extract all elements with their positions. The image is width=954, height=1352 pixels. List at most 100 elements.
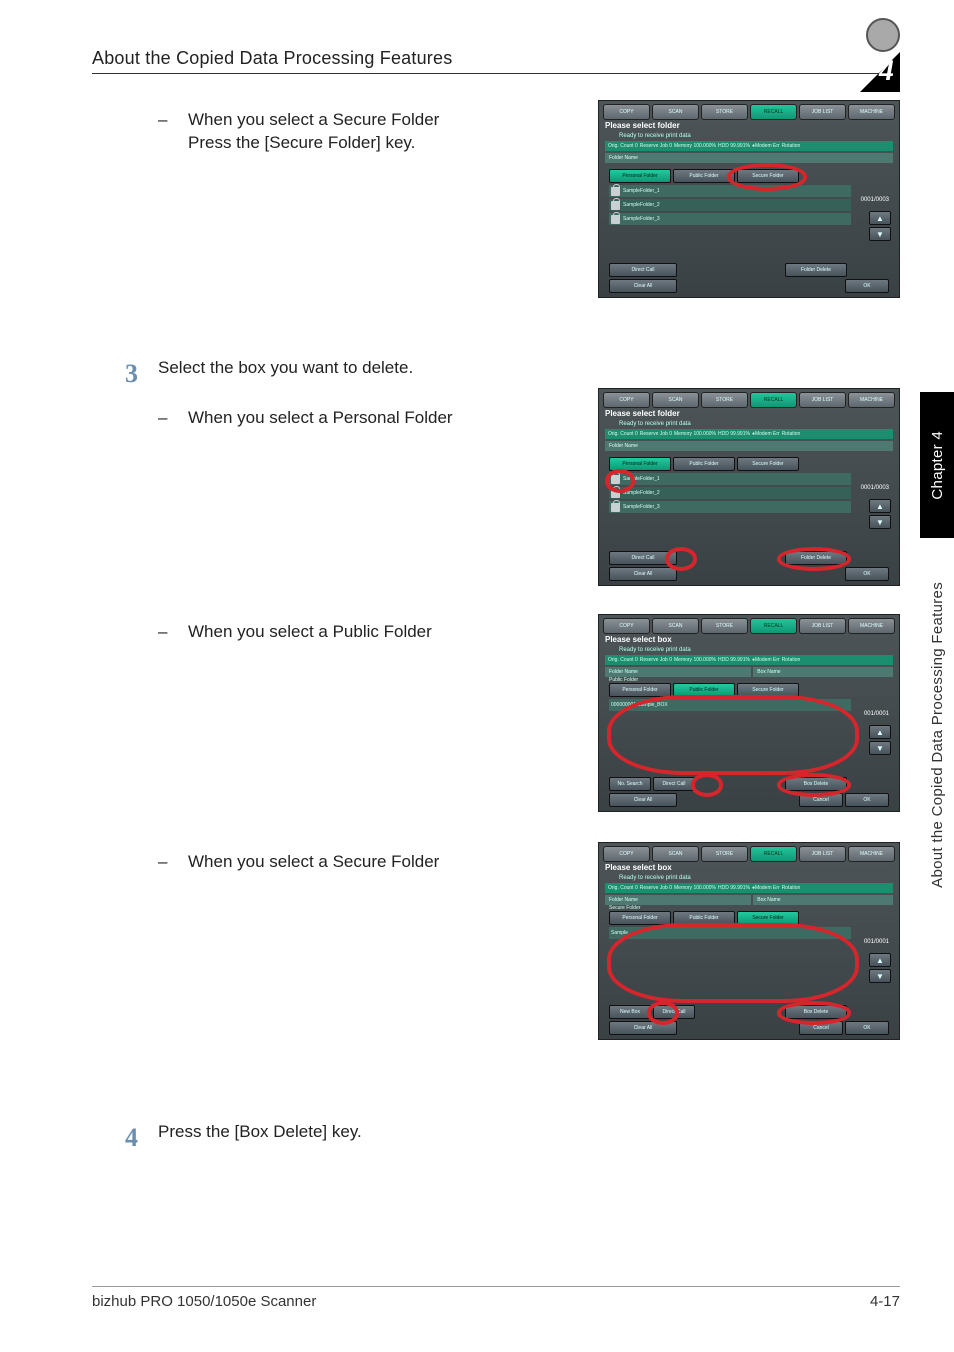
step-3: 3 Select the box you want to delete. (92, 356, 552, 392)
scroll-up-button[interactable]: ▲ (869, 725, 891, 739)
clear-all-button[interactable]: Clear All (609, 279, 677, 293)
col-foldername: Folder Name (605, 153, 893, 163)
tab-machine[interactable]: MACHINE (848, 104, 895, 120)
scroll-down-button[interactable]: ▼ (869, 227, 891, 241)
panel-title: Please select folder (605, 121, 893, 130)
ok-button[interactable]: OK (845, 793, 889, 807)
direct-call-button[interactable]: Direct Call (609, 263, 677, 277)
list-item[interactable]: SampleFolder_1 (609, 185, 851, 197)
ok-button[interactable]: OK (845, 279, 889, 293)
panel-subtitle: Ready to receive print data (619, 133, 691, 139)
tab-public-folder[interactable]: Public Folder (673, 169, 735, 183)
bullet-public-folder: – When you select a Public Folder (158, 620, 552, 643)
tab-personal-folder[interactable]: Personal Folder (609, 911, 671, 925)
tab-recall[interactable]: RECALL (750, 392, 797, 408)
step-4: 4 Press the [Box Delete] key. (92, 1120, 552, 1156)
page-counter: 001/0001 (855, 711, 889, 717)
side-tab: Chapter 4 About the Copied Data Processi… (920, 392, 954, 932)
tab-recall[interactable]: RECALL (750, 618, 797, 634)
tab-machine[interactable]: MACHINE (848, 846, 895, 862)
list-item[interactable]: SampleFolder_2 (609, 487, 851, 499)
footer-right: 4-17 (870, 1293, 900, 1310)
scroll-down-button[interactable]: ▼ (869, 741, 891, 755)
tab-scan[interactable]: SCAN (652, 104, 699, 120)
tab-store[interactable]: STORE (701, 104, 748, 120)
tab-store[interactable]: STORE (701, 392, 748, 408)
screenshot-personal-folder-select: COPY SCAN STORE RECALL JOB LIST MACHINE … (598, 388, 900, 586)
lock-icon (611, 503, 620, 512)
panel-title: Please select box (605, 863, 893, 872)
footer-left: bizhub PRO 1050/1050e Scanner (92, 1293, 316, 1310)
tab-copy[interactable]: COPY (603, 618, 650, 634)
tab-store[interactable]: STORE (701, 846, 748, 862)
new-box-button[interactable]: New Box (609, 1005, 651, 1019)
page-footer: bizhub PRO 1050/1050e Scanner 4-17 (92, 1286, 900, 1310)
folder-delete-button[interactable]: Folder Delete (785, 263, 847, 277)
tab-public-folder[interactable]: Public Folder (673, 457, 735, 471)
tab-scan[interactable]: SCAN (652, 846, 699, 862)
scroll-down-button[interactable]: ▼ (869, 969, 891, 983)
highlight-circle (691, 773, 723, 797)
panel-title: Please select box (605, 635, 893, 644)
tab-scan[interactable]: SCAN (652, 618, 699, 634)
ok-button[interactable]: OK (845, 567, 889, 581)
highlight-circle (777, 773, 851, 797)
panel-subtitle: Ready to receive print data (619, 421, 691, 427)
list-item[interactable]: SampleFolder_2 (609, 199, 851, 211)
col-boxname: Box Name (753, 895, 893, 905)
tab-personal-folder[interactable]: Personal Folder (609, 169, 671, 183)
tab-personal-folder[interactable]: Personal Folder (609, 683, 671, 697)
tab-scan[interactable]: SCAN (652, 392, 699, 408)
tab-recall[interactable]: RECALL (750, 104, 797, 120)
chapter-number-badge: 4 (860, 52, 900, 92)
tab-joblist[interactable]: JOB LIST (799, 104, 846, 120)
scroll-up-button[interactable]: ▲ (869, 211, 891, 225)
tab-store[interactable]: STORE (701, 618, 748, 634)
page-counter: 0001/0003 (855, 485, 889, 491)
list-item[interactable]: SampleFolder_3 (609, 501, 851, 513)
header-title: About the Copied Data Processing Feature… (92, 48, 452, 69)
tab-joblist[interactable]: JOB LIST (799, 618, 846, 634)
clear-all-button[interactable]: Clear All (609, 793, 677, 807)
highlight-circle (665, 547, 697, 571)
list-item[interactable]: SampleFolder_1 (609, 473, 851, 485)
direct-call-button[interactable]: Direct Call (653, 777, 695, 791)
bullet-secure-folder-1: – When you select a Secure Folder Press … (158, 108, 552, 155)
highlight-circle (605, 469, 635, 493)
col-foldername: Folder Name (605, 895, 751, 905)
screenshot-secure-box-select: COPY SCAN STORE RECALL JOB LIST MACHINE … (598, 842, 900, 1040)
tab-machine[interactable]: MACHINE (848, 392, 895, 408)
tab-joblist[interactable]: JOB LIST (799, 846, 846, 862)
tab-copy[interactable]: COPY (603, 392, 650, 408)
tab-copy[interactable]: COPY (603, 104, 650, 120)
info-bar: Orig. Count 0Reserve Job 0Memory 100.000… (605, 883, 893, 893)
scroll-down-button[interactable]: ▼ (869, 515, 891, 529)
bullet-personal-folder: – When you select a Personal Folder (158, 406, 552, 429)
clear-all-button[interactable]: Clear All (609, 567, 677, 581)
scroll-up-button[interactable]: ▲ (869, 953, 891, 967)
tab-copy[interactable]: COPY (603, 846, 650, 862)
panel-title: Please select folder (605, 409, 893, 418)
panel-subtitle: Ready to receive print data (619, 647, 691, 653)
page-header: About the Copied Data Processing Feature… (92, 48, 900, 74)
panel-subtitle: Ready to receive print data (619, 875, 691, 881)
tab-secure-folder[interactable]: Secure Folder (737, 457, 799, 471)
highlight-circle (727, 163, 807, 191)
list-item[interactable]: SampleFolder_3 (609, 213, 851, 225)
tab-recall[interactable]: RECALL (750, 846, 797, 862)
tab-machine[interactable]: MACHINE (848, 618, 895, 634)
bullet-secure-folder-2: – When you select a Secure Folder (158, 850, 552, 873)
lock-icon (611, 201, 620, 210)
highlight-circle (777, 1001, 851, 1025)
side-tab-section: About the Copied Data Processing Feature… (929, 582, 946, 888)
col-boxname: Box Name (753, 667, 893, 677)
highlight-rounded-rect (607, 923, 859, 1003)
tab-joblist[interactable]: JOB LIST (799, 392, 846, 408)
no-search-button[interactable]: No. Search (609, 777, 651, 791)
highlight-circle (647, 1001, 679, 1025)
side-tab-chapter: Chapter 4 (929, 431, 946, 500)
lock-icon (611, 215, 620, 224)
step-4-number: 4 (92, 1120, 138, 1156)
ok-button[interactable]: OK (845, 1021, 889, 1035)
scroll-up-button[interactable]: ▲ (869, 499, 891, 513)
